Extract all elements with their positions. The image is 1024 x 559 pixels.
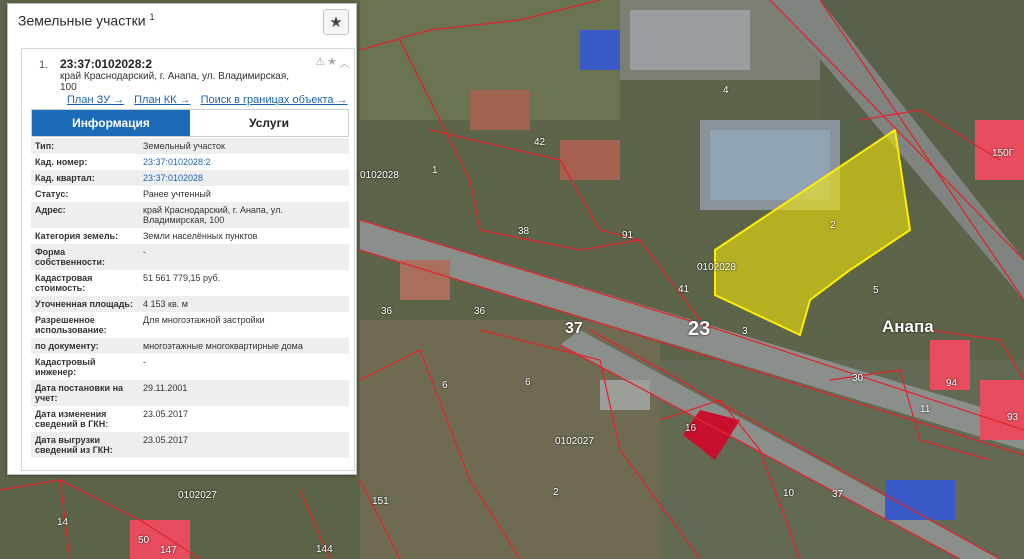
map-label-road: 37	[565, 320, 583, 337]
panel-title: Земельные участки 1	[18, 12, 155, 29]
table-row: Разрешенное использование: Для многоэтажн…	[35, 315, 265, 335]
map-label-parcel: 94	[946, 378, 958, 389]
table-row: Уточненная площадь: 4 153 кв. м	[31, 296, 349, 312]
table-row: Адрес: край Краснодарский, г. Анапа, ул. …	[31, 202, 349, 228]
map-label-parcel: 11	[920, 404, 931, 415]
table-row: Категория земель: Земли населённых пункто…	[35, 231, 258, 241]
map-label-parcel: 37	[832, 489, 844, 500]
map-label-road: 23	[688, 318, 711, 340]
star-icon: ★	[329, 14, 343, 31]
table-row: Статус: Ранее учтенный	[35, 189, 211, 199]
map-label-parcel: 150Г	[992, 148, 1015, 159]
map-label-parcel: 50	[138, 535, 150, 546]
table-row: Дата постановки на учет: 29.11.2001	[31, 380, 349, 406]
map-label-parcel: 30	[852, 373, 864, 384]
result-index: 1.	[39, 59, 49, 71]
card-links: План ЗУ → План КК → Поиск в границах объ…	[67, 94, 348, 106]
table-row: по документу: многоэтажные многоквартирны…	[31, 338, 349, 354]
card-tabs: Информация Услуги	[31, 109, 349, 137]
map-label-parcel: 42	[534, 137, 546, 148]
table-row: Кад. квартал: 23:37:0102028	[31, 170, 349, 186]
map-label-parcel: 10	[783, 488, 795, 499]
map-label-quarter: 0102027	[555, 436, 594, 447]
map-label-parcel: 1	[432, 165, 438, 176]
table-row: Дата выгрузки сведений из ГКН: 23.05.2017	[31, 432, 349, 458]
map-label-parcel: 41	[678, 284, 690, 295]
map-label-quarter: 0102027	[178, 490, 217, 501]
map-label-parcel: 4	[723, 85, 729, 96]
favorite-button[interactable]: ★	[323, 9, 349, 35]
map-label-parcel: 6	[525, 377, 531, 388]
properties-table: Тип: Земельный участок Кад. номер: 23:37:0…	[31, 138, 349, 458]
search-in-bounds-link[interactable]: Поиск в границах объекта →	[201, 94, 348, 106]
table-row: Кад. номер: 23:37:0102028:2	[35, 157, 211, 167]
plan-zu-link[interactable]: План ЗУ →	[67, 94, 124, 106]
land-parcels-panel: Земельные участки 1 ★ 1. 23:37:0102028:2…	[7, 3, 357, 475]
map-label-parcel: 6	[442, 380, 448, 391]
map-label-parcel: 16	[685, 423, 697, 434]
parcel-card: 1. 23:37:0102028:2 край Краснодарский, г…	[21, 48, 355, 471]
map-label-parcel: 2	[830, 220, 836, 231]
warning-icon[interactable]: ⚠	[315, 55, 325, 71]
map-label-city: Анапа	[882, 317, 934, 336]
map-label-parcel: 151	[372, 496, 389, 507]
map-label-parcel: 5	[873, 285, 879, 296]
table-row: Тип: Земельный участок	[31, 138, 349, 154]
map-label-parcel: 93	[1007, 412, 1019, 423]
table-row: Форма собственности: -	[31, 244, 349, 270]
map-label-parcel: 91	[622, 230, 634, 241]
map-label-parcel: 38	[518, 226, 530, 237]
star-icon[interactable]: ★	[327, 55, 337, 71]
tab-info[interactable]: Информация	[32, 110, 190, 136]
table-row: Кадастровый инженер: -	[35, 357, 146, 377]
map-label-parcel: 2	[553, 487, 559, 498]
map-label-parcel: 14	[57, 517, 69, 528]
map-label-quarter: 0102028	[360, 170, 399, 181]
table-row: Кадастровая стоимость: 51 561 779,15 руб.	[35, 273, 221, 293]
table-row: Дата изменения сведений в ГКН: 23.05.2017	[35, 409, 189, 429]
chevron-up-icon[interactable]: ︿	[339, 55, 350, 71]
cadastral-number[interactable]: 23:37:0102028:2	[60, 57, 152, 71]
tab-services[interactable]: Услуги	[190, 110, 348, 136]
parcel-address: край Краснодарский, г. Анапа, ул. Владим…	[60, 71, 290, 93]
card-actions: ⚠ ★ ︿	[315, 55, 350, 71]
map-label-quarter: 0102028	[697, 262, 736, 273]
map-label-parcel: 144	[316, 544, 333, 555]
map-label-parcel: 147	[160, 545, 177, 556]
map-label-parcel: 36	[381, 306, 393, 317]
map-label-parcel: 36	[474, 306, 486, 317]
plan-kk-link[interactable]: План КК →	[134, 94, 190, 106]
map-label-parcel: 3	[742, 326, 748, 337]
